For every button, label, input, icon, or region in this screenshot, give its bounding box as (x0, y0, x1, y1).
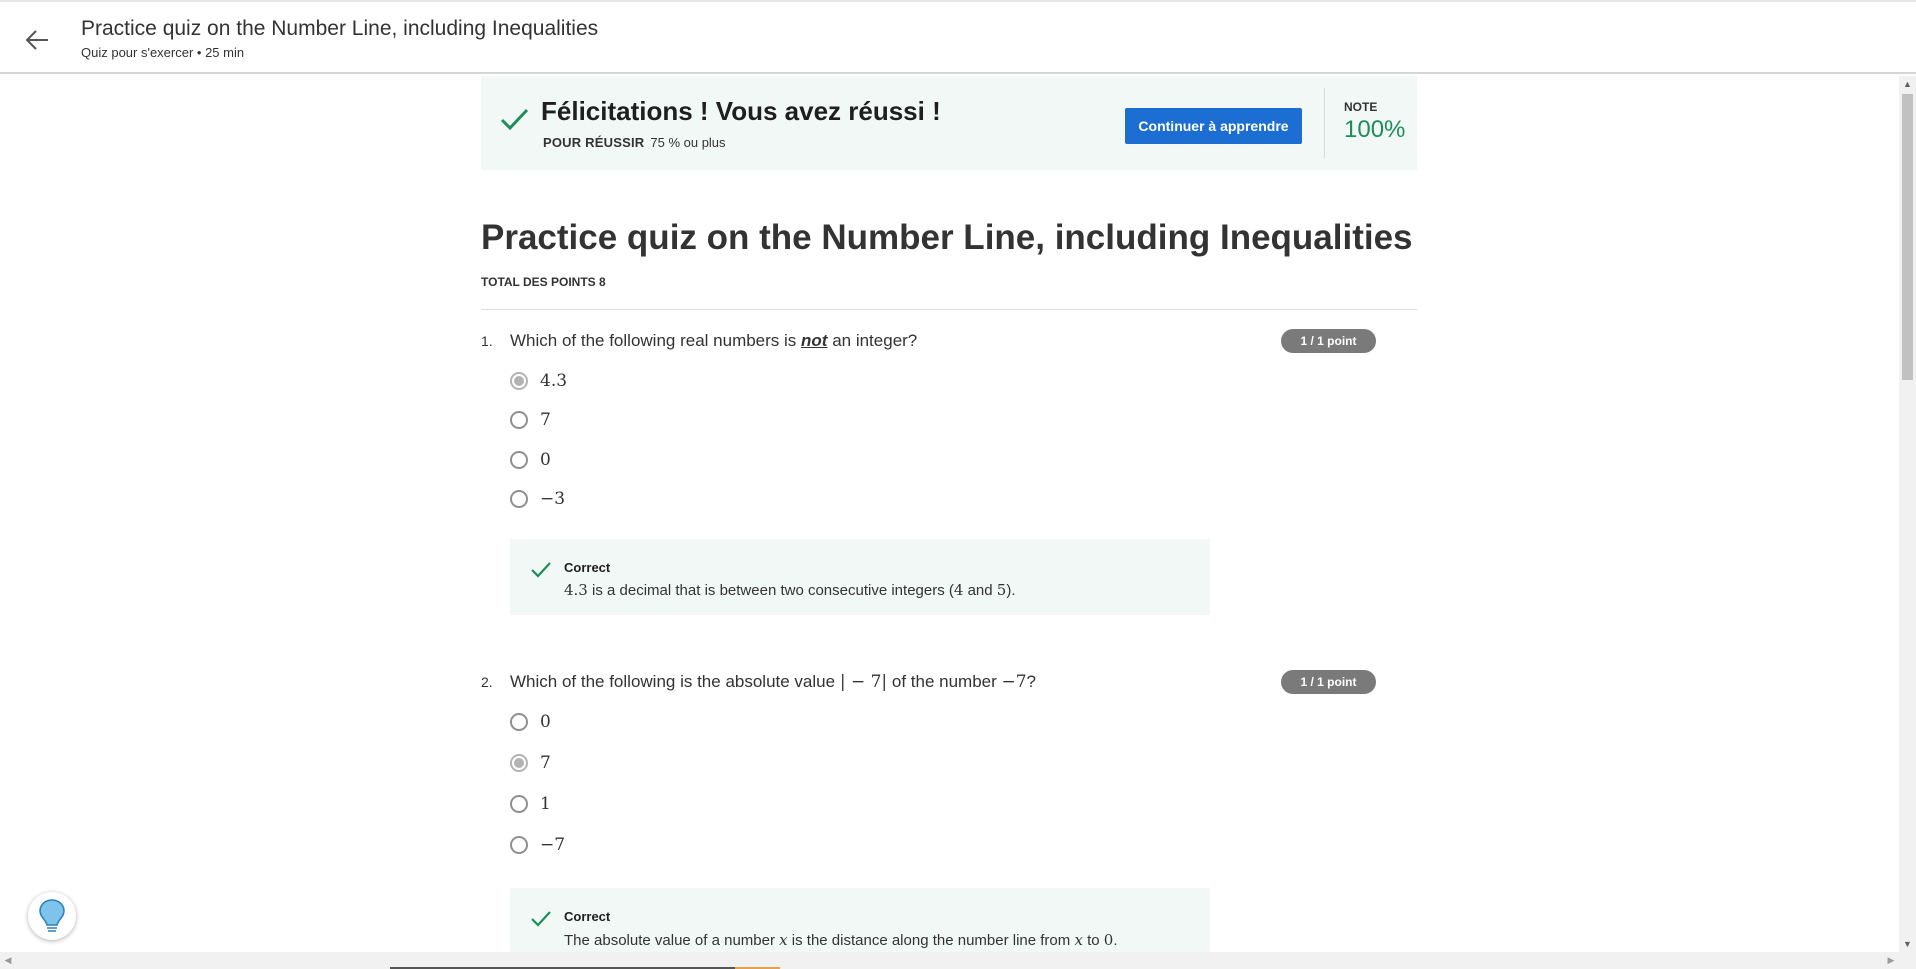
grade-label: NOTE (1344, 100, 1378, 114)
feedback-text-part: ). (1006, 582, 1016, 599)
feedback-math: 4.3 (564, 581, 588, 599)
radio-button[interactable] (510, 713, 528, 731)
question-emphasis: not (801, 331, 828, 350)
pass-value: 75 % ou plus (650, 135, 726, 150)
top-header: Practice quiz on the Number Line, includ… (0, 0, 1916, 74)
check-icon (500, 108, 529, 131)
continue-learning-button[interactable]: Continuer à apprendre (1125, 108, 1302, 144)
feedback-math: 5 (996, 581, 1007, 599)
radio-button[interactable] (510, 411, 528, 429)
option-label: 0 (540, 450, 551, 470)
feedback-math: x (779, 931, 788, 949)
radio-button[interactable] (510, 754, 528, 772)
question-text: Which of the following real numbers is n… (510, 331, 917, 351)
total-points-value: 8 (599, 275, 606, 289)
vertical-scrollbar[interactable]: ▲ ▼ (1899, 76, 1916, 952)
feedback-text-part: The absolute value of a number (564, 932, 780, 949)
scroll-left-arrow[interactable]: ◀ (0, 952, 16, 969)
feedback-text: The absolute value of a number x is the … (564, 931, 1117, 949)
total-points: TOTAL DES POINTS 8 (481, 275, 606, 289)
feedback-math: x (1074, 931, 1083, 949)
option-label: −7 (540, 835, 566, 855)
feedback-title: Correct (564, 909, 611, 924)
scroll-up-arrow[interactable]: ▲ (1899, 76, 1916, 92)
answer-option[interactable]: 7 (510, 751, 551, 775)
success-banner: Félicitations ! Vous avez réussi ! POUR … (481, 76, 1417, 170)
option-label: 1 (540, 794, 551, 814)
question-number: 1. (481, 333, 493, 349)
feedback-text-part: . (1113, 932, 1118, 949)
header-subtitle: Quiz pour s'exercer • 25 min (81, 45, 245, 60)
option-label: 0 (540, 712, 551, 732)
check-icon (531, 911, 551, 927)
feedback-math: 4 (953, 581, 964, 599)
banner-title: Félicitations ! Vous avez réussi ! (541, 96, 941, 126)
feedback-text-part: is a decimal that is between two consecu… (587, 582, 954, 599)
hint-button[interactable] (28, 892, 76, 940)
question-text-part: ? (1026, 672, 1037, 691)
divider (481, 309, 1417, 310)
question-text-part: Which of the following real numbers is (510, 331, 802, 350)
question-math: −7 (1001, 672, 1027, 692)
radio-button[interactable] (510, 372, 528, 390)
option-label: −3 (540, 489, 566, 509)
radio-button[interactable] (510, 795, 528, 813)
scroll-right-arrow[interactable]: ▶ (1883, 952, 1899, 969)
answer-option[interactable]: 1 (510, 792, 551, 816)
feedback-math: 0 (1103, 931, 1114, 949)
question-math: | − 7| (839, 672, 888, 692)
back-button[interactable] (22, 24, 54, 56)
answer-option[interactable]: 0 (510, 448, 551, 472)
lightbulb-icon (39, 899, 65, 932)
feedback-box: Correct 4.3 is a decimal that is between… (510, 539, 1210, 615)
quiz-title: Practice quiz on the Number Line, includ… (481, 218, 1413, 257)
scroll-down-arrow[interactable]: ▼ (1899, 936, 1916, 952)
feedback-title: Correct (564, 560, 611, 575)
grade-value: 100% (1344, 116, 1406, 143)
question-text-part: of the number (887, 672, 1002, 691)
horizontal-scrollbar[interactable]: ◀ ▶ (0, 952, 1916, 969)
question-text-part: an integer? (827, 331, 918, 350)
feedback-text-part: and (963, 582, 997, 599)
feedback-text-part: to (1082, 932, 1104, 949)
answer-option[interactable]: 7 (510, 408, 551, 432)
total-points-label: TOTAL DES POINTS (481, 275, 596, 289)
back-arrow-icon (25, 30, 48, 50)
check-icon (531, 562, 551, 578)
banner-divider (1324, 88, 1325, 158)
option-label: 4.3 (540, 371, 568, 391)
radio-button[interactable] (510, 836, 528, 854)
radio-button[interactable] (510, 490, 528, 508)
radio-button[interactable] (510, 451, 528, 469)
question-text: Which of the following is the absolute v… (510, 672, 1036, 692)
answer-option[interactable]: 4.3 (510, 369, 567, 393)
answer-option[interactable]: 0 (510, 710, 551, 734)
question-number: 2. (481, 674, 493, 690)
score-badge: 1 / 1 point (1281, 670, 1376, 694)
option-label: 7 (540, 753, 551, 773)
feedback-text: 4.3 is a decimal that is between two con… (564, 581, 1016, 599)
pass-requirement: POUR RÉUSSIR 75 % ou plus (543, 135, 726, 150)
scrollbar-thumb[interactable] (1902, 94, 1913, 380)
answer-option[interactable]: −3 (510, 487, 565, 511)
score-badge: 1 / 1 point (1281, 329, 1376, 353)
header-title: Practice quiz on the Number Line, includ… (81, 17, 599, 40)
pass-label: POUR RÉUSSIR (543, 135, 645, 150)
answer-option[interactable]: −7 (510, 833, 565, 857)
option-label: 7 (540, 410, 551, 430)
feedback-box: Correct The absolute value of a number x… (510, 888, 1210, 952)
question-text-part: Which of the following is the absolute v… (510, 672, 840, 691)
feedback-text-part: is the distance along the number line fr… (787, 932, 1075, 949)
